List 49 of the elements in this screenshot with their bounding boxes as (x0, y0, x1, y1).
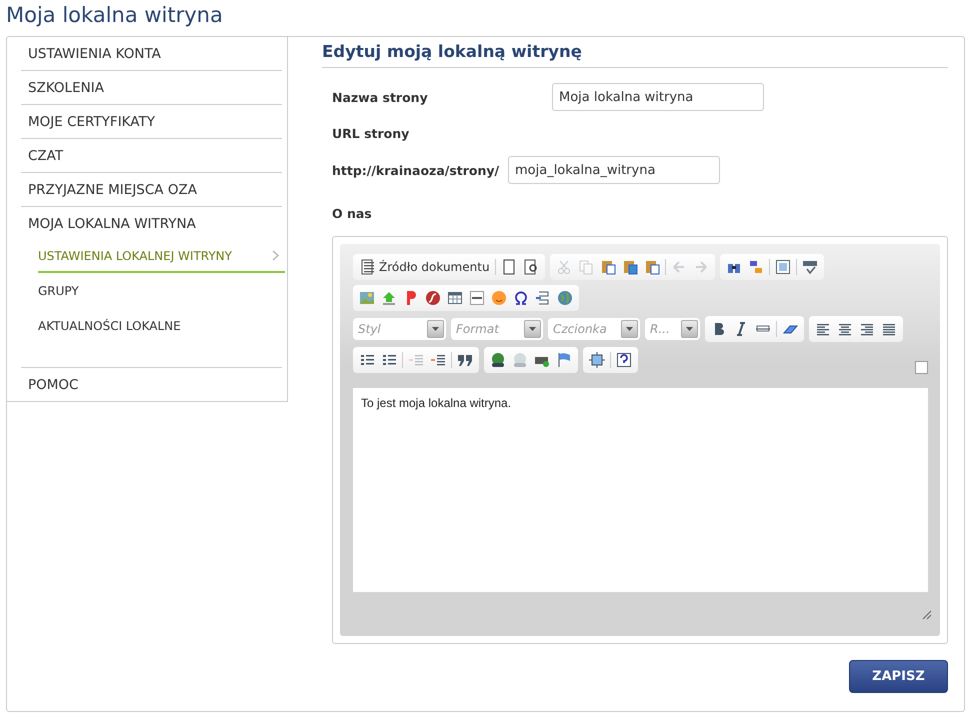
site-name-field[interactable]: Moja lokalna witryna (552, 83, 764, 111)
dropdown-placeholder: Format (456, 322, 499, 336)
form-heading: Edytuj moją lokalną witrynę (322, 42, 948, 68)
dropdown-placeholder: R... (650, 322, 670, 336)
field-label: O nas (332, 206, 372, 221)
source-button[interactable]: Źródło dokumentu (356, 257, 493, 277)
sidebar-item[interactable]: MOJA LOKALNA WITRYNA (21, 207, 282, 240)
table-icon (447, 290, 463, 306)
cut-icon (556, 259, 572, 275)
outdent-icon (408, 352, 424, 368)
undo-icon (670, 259, 687, 275)
alignright-icon (859, 321, 875, 337)
quote-icon (457, 352, 473, 368)
url-prefix: http://krainaoza/strony/ (332, 162, 500, 178)
image-icon (359, 290, 375, 306)
save-button[interactable]: ZAPISZ (849, 660, 948, 693)
toolbar-button[interactable] (586, 350, 608, 370)
ulist-icon (381, 352, 397, 368)
chevron-right-icon (272, 250, 279, 261)
copy-icon (578, 259, 594, 275)
submenu-item[interactable]: AKTUALNOŚCI LOKALNE (38, 310, 285, 343)
sidebar-item[interactable]: SZKOLENIA (21, 71, 282, 105)
help-icon (616, 352, 632, 368)
resize-handle-icon[interactable] (922, 610, 932, 620)
aligncenter-icon (837, 321, 853, 337)
indent-icon (430, 352, 446, 368)
dropdown-placeholder: Czcionka (553, 322, 607, 336)
field-label: Nazwa strony (332, 90, 429, 104)
page-title: Moja lokalna witryna (6, 2, 224, 29)
section-label: URL strony (332, 126, 410, 141)
submenu-label: USTAWIENIA LOKALNEJ WITRYNY (38, 248, 232, 262)
justify-icon (881, 321, 897, 337)
sidebar-item[interactable]: USTAWIENIA KONTA (21, 37, 282, 71)
sidebar-item[interactable]: MOJE CERTYFIKATY (21, 105, 282, 139)
omega-icon (513, 290, 529, 306)
olist-icon (359, 352, 375, 368)
submenu-item[interactable]: USTAWIENIA LOKALNEJ WITRYNY (38, 240, 285, 273)
submenu-item[interactable]: GRUPY (38, 275, 285, 308)
alignleft-icon (815, 321, 831, 337)
sidebar-item[interactable]: CZAT (21, 139, 282, 173)
flag-icon (556, 352, 572, 368)
url-field[interactable]: moja_lokalna_witryna (508, 156, 720, 184)
smiley-icon (491, 290, 507, 306)
sidebar-item[interactable]: POMOC (21, 368, 282, 401)
dropdown-placeholder: Styl (358, 322, 381, 336)
submenu-label: GRUPY (38, 284, 79, 298)
upload-icon (381, 290, 397, 306)
submenu-label: AKTUALNOŚCI LOKALNE (38, 318, 181, 332)
sidebar-item[interactable]: PRZYJAZNE MIEJSCA OZA (21, 173, 282, 207)
